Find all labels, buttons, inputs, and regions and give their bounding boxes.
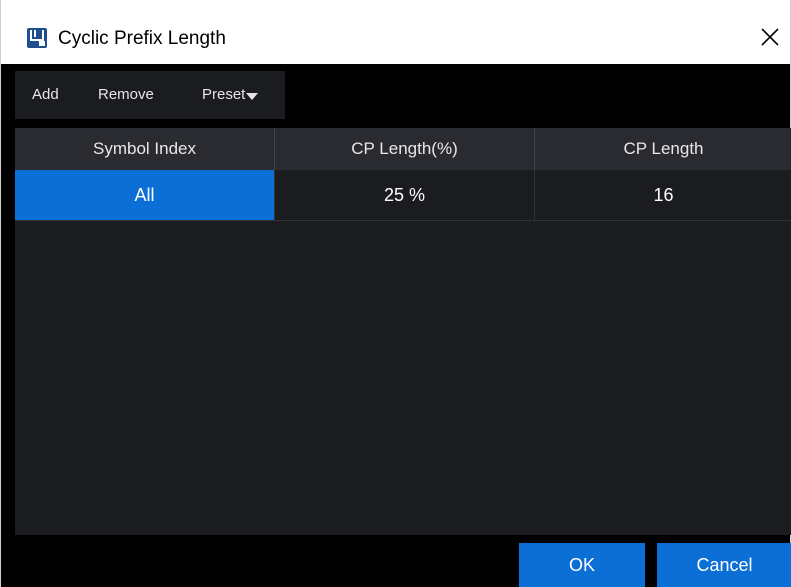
ok-button[interactable]: OK xyxy=(519,543,645,587)
column-header-cp-length[interactable]: CP Length xyxy=(534,128,791,170)
cell-symbol-index[interactable]: All xyxy=(15,170,274,220)
window-title: Cyclic Prefix Length xyxy=(58,28,226,49)
remove-button[interactable]: Remove xyxy=(98,84,154,106)
close-button[interactable] xyxy=(747,17,791,61)
column-header-cp-length-pct[interactable]: CP Length(%) xyxy=(274,128,534,170)
app-logo-icon xyxy=(27,28,47,48)
cp-length-table: Symbol Index CP Length(%) CP Length All … xyxy=(15,128,791,535)
column-header-symbol-index[interactable]: Symbol Index xyxy=(15,128,274,170)
add-button[interactable]: Add xyxy=(32,84,59,106)
table-row[interactable]: All 25 % 16 xyxy=(15,170,791,221)
cell-cp-length-pct[interactable]: 25 % xyxy=(274,170,534,220)
title-bar: Cyclic Prefix Length xyxy=(1,0,790,64)
caret-down-icon xyxy=(246,93,259,100)
preset-label: Preset xyxy=(202,86,246,103)
preset-dropdown[interactable]: Preset xyxy=(202,84,259,106)
dialog-window: Cyclic Prefix Length Add Remove Preset S… xyxy=(0,0,791,587)
cancel-button[interactable]: Cancel xyxy=(657,543,791,587)
cell-cp-length[interactable]: 16 xyxy=(534,170,791,220)
close-icon xyxy=(761,28,779,46)
toolbar: Add Remove Preset xyxy=(15,71,285,119)
table-header: Symbol Index CP Length(%) CP Length xyxy=(15,128,791,170)
